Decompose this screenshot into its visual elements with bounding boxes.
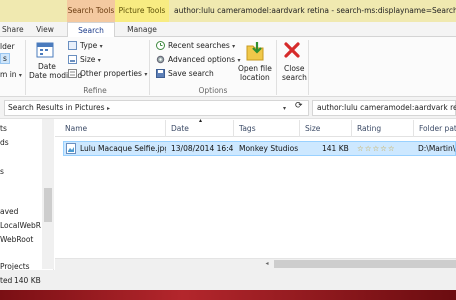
type-icon (68, 41, 77, 50)
column-rating[interactable]: Rating (352, 120, 414, 137)
scroll-left-icon[interactable]: ◂ (262, 260, 272, 268)
tab-manage[interactable]: Manage (115, 22, 169, 38)
cell-rating-stars[interactable]: ☆☆☆☆☆ (357, 141, 414, 156)
nav-item[interactable]: LocalWebR (0, 221, 41, 230)
cell-date: 13/08/2014 16:49 (171, 144, 234, 153)
close-label: Close (284, 64, 305, 73)
nav-item[interactable]: aved (0, 207, 18, 216)
cell-name: Lulu Macaque Selfie.jpg (80, 144, 166, 153)
status-selected: ted (0, 276, 13, 285)
options-group-label: Options (198, 86, 228, 95)
cell-folder-path: D:\Martin\ (418, 144, 456, 153)
location-label: location (240, 73, 270, 82)
column-tags[interactable]: Tags (234, 120, 300, 137)
chevron-down-icon: ▾ (18, 72, 22, 79)
refresh-icon[interactable]: ⟳ (295, 101, 303, 111)
search-label: search (282, 73, 307, 82)
picture-tools-context-header: Picture Tools (115, 0, 169, 22)
date-label-1: Date (38, 62, 56, 71)
nav-item[interactable]: WebRoot (0, 235, 33, 244)
save-icon (156, 69, 165, 78)
open-file-label: Open file (238, 64, 272, 73)
breadcrumb[interactable]: Search Results in Pictures ▸ (8, 103, 110, 112)
horizontal-scroll-thumb[interactable] (274, 260, 456, 268)
tab-view[interactable]: View (26, 22, 64, 38)
nav-item[interactable]: s (0, 167, 4, 176)
gear-icon (156, 55, 165, 64)
ribbon-separator (149, 40, 150, 95)
refine-group-label: Refine (83, 86, 107, 95)
size-label: Size ▾ (80, 55, 101, 64)
status-bar (0, 270, 456, 290)
ribbon-separator (25, 40, 26, 95)
other-properties-label: Other properties ▾ (80, 69, 148, 78)
recent-searches-label: Recent searches ▾ (168, 41, 236, 50)
desktop-background (0, 290, 456, 300)
size-icon (68, 55, 77, 64)
status-size: 140 KB (14, 276, 41, 285)
calendar-icon (36, 42, 54, 58)
image-file-icon (66, 143, 76, 154)
column-name[interactable]: Name (60, 120, 166, 137)
address-dropdown-icon[interactable]: ▾ (283, 103, 286, 112)
properties-icon (68, 69, 77, 78)
folder-arrow-icon (246, 42, 264, 61)
search-again-label: m in (0, 70, 17, 79)
tab-share[interactable]: Share (0, 22, 24, 38)
advanced-options-label: Advanced options ▾ (168, 55, 241, 64)
search-input-text: author:lulu cameramodel:aardvark retina (317, 103, 456, 112)
sort-up-icon: ▴ (199, 117, 203, 124)
location-subfolders-button[interactable]: s (0, 53, 10, 64)
nav-item[interactable]: ts (0, 124, 7, 133)
cell-size: 141 KB (322, 144, 349, 153)
save-search-label: Save search (168, 69, 214, 78)
column-size[interactable]: Size (300, 120, 352, 137)
close-icon (284, 42, 300, 58)
ribbon-separator (276, 40, 277, 95)
ribbon-separator (308, 40, 309, 95)
nav-scroll-thumb[interactable] (44, 188, 52, 222)
search-tools-context-header: Search Tools (67, 0, 115, 22)
location-search-again-button[interactable]: m in ▾ (0, 70, 22, 79)
location-this-folder-button[interactable]: lder (0, 42, 15, 51)
column-folder-path[interactable]: Folder path (414, 120, 456, 137)
nav-item[interactable]: ds (0, 138, 9, 147)
clock-icon (156, 41, 165, 50)
window-title: author:lulu cameramodel:aardvark retina … (174, 6, 456, 15)
kind-label: Type ▾ (80, 41, 103, 50)
cell-tags: Monkey Studios (239, 144, 299, 153)
